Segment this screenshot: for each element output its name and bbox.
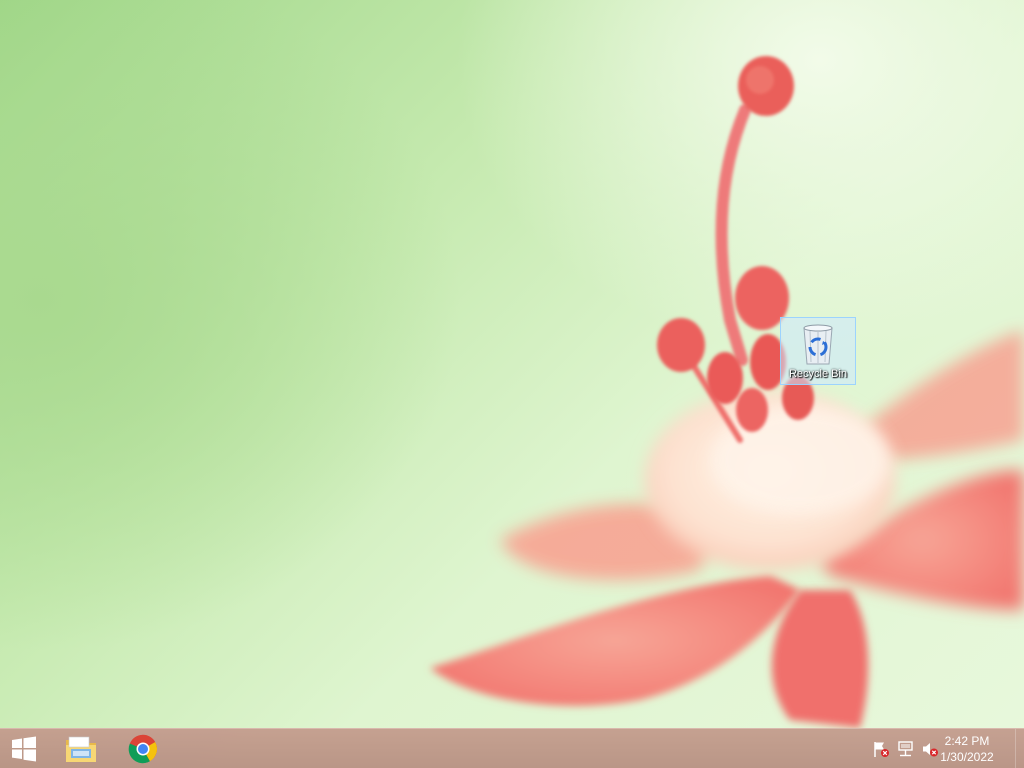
- network-icon[interactable]: [897, 740, 915, 758]
- taskbar-chrome-button[interactable]: [118, 729, 168, 768]
- taskbar-file-explorer-button[interactable]: [56, 729, 106, 768]
- taskbar-clock[interactable]: 2:42 PM 1/30/2022: [932, 733, 1002, 765]
- taskbar: 2:42 PM 1/30/2022: [0, 728, 1024, 768]
- chrome-icon: [128, 734, 157, 764]
- windows-logo-icon: [12, 736, 36, 762]
- recycle-bin-icon: [803, 324, 833, 365]
- clock-date: 1/30/2022: [940, 750, 994, 764]
- desktop-icon-label: Recycle Bin: [788, 368, 848, 380]
- desktop-icon-recycle-bin[interactable]: Recycle Bin: [780, 317, 856, 385]
- desktop[interactable]: Recycle Bin 2:42 PM 1/30/2022: [0, 0, 1024, 768]
- file-explorer-icon: [66, 736, 96, 762]
- show-desktop-button[interactable]: [1015, 729, 1024, 768]
- start-button[interactable]: [0, 729, 48, 768]
- wallpaper-flower: [430, 56, 1024, 728]
- action-center-flag-icon[interactable]: [872, 740, 890, 758]
- clock-time: 2:42 PM: [944, 734, 990, 748]
